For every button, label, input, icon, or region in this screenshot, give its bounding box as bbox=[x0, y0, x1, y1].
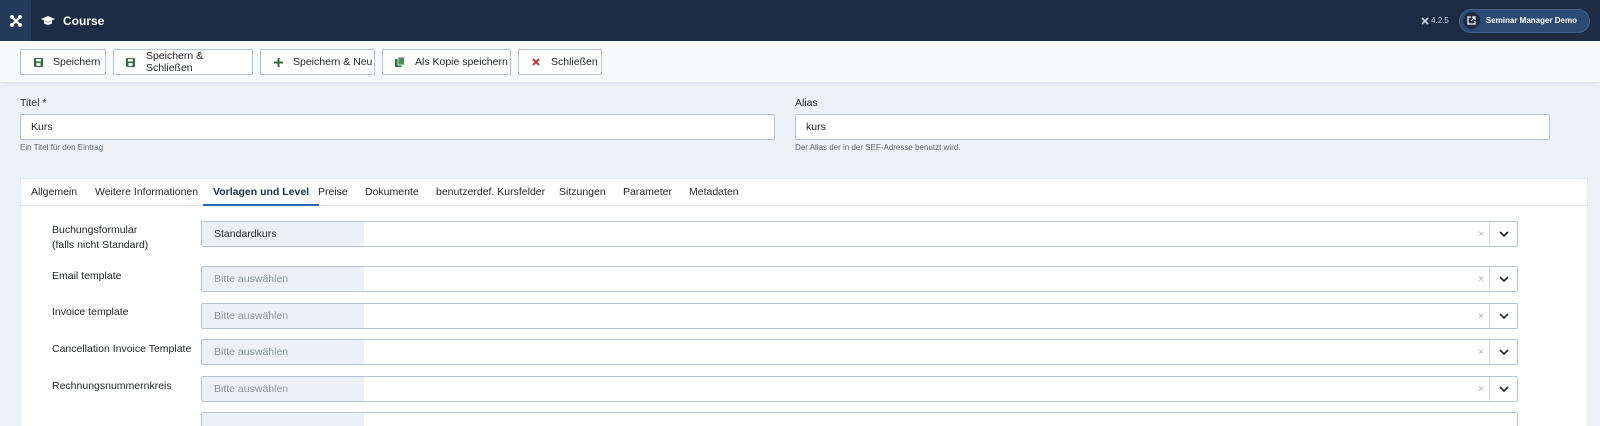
booking-form-label-line2: (falls nicht Standard) bbox=[52, 239, 149, 251]
tab-metadaten[interactable]: Metadaten bbox=[679, 179, 749, 206]
close-x-icon bbox=[531, 57, 541, 67]
joomla-version: 4.2.5 bbox=[1421, 16, 1449, 25]
booking-form-label: Buchungsformular (falls nicht Standard) bbox=[52, 223, 148, 253]
email-template-label: Email template bbox=[52, 270, 122, 282]
floppy-disk-icon bbox=[126, 57, 136, 67]
close-button[interactable]: Schließen bbox=[518, 49, 602, 75]
save-close-label: Speichern & Schließen bbox=[145, 50, 204, 74]
save-label: Speichern bbox=[53, 56, 101, 68]
booking-form-label-line1: Buchungsformular bbox=[52, 224, 138, 236]
tab-vorlagen-und-level[interactable]: Vorlagen und Level bbox=[203, 179, 320, 206]
tab-parameter[interactable]: Parameter bbox=[613, 179, 682, 206]
action-toolbar: Speichern Speichern & Schließen Speicher… bbox=[0, 41, 1600, 83]
version-text: 4.2.5 bbox=[1431, 16, 1449, 25]
placeholder-value: Bitte auswählen bbox=[202, 267, 364, 291]
alias-input-value: kurs bbox=[806, 121, 826, 133]
cancellation-invoice-template-select[interactable]: Bitte auswählen × bbox=[201, 339, 1518, 365]
selected-value: Standardkurs bbox=[202, 222, 364, 246]
tab-weitere-informationen[interactable]: Weitere Informationen bbox=[85, 179, 208, 206]
alias-hint: Der Alias der in der SEF-Adresse benutzt… bbox=[795, 143, 961, 152]
title-hint: Ein Titel für den Eintrag bbox=[20, 143, 104, 152]
tab-dokumente[interactable]: Dokumente bbox=[355, 179, 429, 206]
chevron-down-icon[interactable] bbox=[1489, 304, 1517, 328]
site-name: Seminar Manager Demo bbox=[1485, 16, 1577, 25]
placeholder-value: Bitte auswählen bbox=[202, 340, 364, 364]
chevron-down-icon[interactable] bbox=[1489, 377, 1517, 401]
alias-input[interactable]: kurs bbox=[795, 114, 1550, 140]
next-select-partial[interactable] bbox=[201, 412, 1518, 426]
invoice-number-range-label: Rechnungsnummernkreis bbox=[52, 380, 172, 392]
floppy-disk-icon bbox=[33, 57, 43, 67]
page-title-text: Course bbox=[63, 13, 105, 28]
placeholder-value: Bitte auswählen bbox=[202, 304, 364, 328]
joomla-logo-icon[interactable] bbox=[0, 0, 31, 41]
tab-kursfelder[interactable]: benutzerdef. Kursfelder bbox=[426, 179, 555, 206]
chevron-down-icon[interactable] bbox=[1489, 222, 1517, 246]
booking-form-select[interactable]: Standardkurs × bbox=[201, 221, 1518, 247]
clear-selection-icon[interactable]: × bbox=[1478, 377, 1484, 401]
clear-selection-icon[interactable]: × bbox=[1478, 304, 1484, 328]
clear-selection-icon[interactable]: × bbox=[1478, 222, 1484, 246]
save-new-label: Speichern & Neu bbox=[293, 56, 373, 68]
invoice-number-range-select[interactable]: Bitte auswählen × bbox=[201, 376, 1518, 402]
invoice-template-label: Invoice template bbox=[52, 306, 129, 318]
alias-label: Alias bbox=[795, 97, 818, 109]
save-copy-button[interactable]: Als Kopie speichern bbox=[382, 49, 511, 75]
selected-value-partial bbox=[202, 413, 364, 426]
chevron-down-icon[interactable] bbox=[1489, 340, 1517, 364]
save-copy-label: Als Kopie speichern bbox=[415, 56, 508, 68]
save-new-button[interactable]: Speichern & Neu bbox=[260, 49, 375, 75]
placeholder-value: Bitte auswählen bbox=[202, 377, 364, 401]
graduation-cap-icon bbox=[41, 15, 55, 26]
save-close-button[interactable]: Speichern & Schließen bbox=[113, 49, 253, 75]
tab-sitzungen[interactable]: Sitzungen bbox=[549, 179, 616, 206]
joomla-small-icon bbox=[1421, 16, 1429, 25]
cancellation-invoice-template-label: Cancellation Invoice Template bbox=[52, 343, 192, 355]
plus-icon bbox=[273, 57, 283, 67]
external-link-icon bbox=[1462, 12, 1480, 29]
top-header-bar: Course 4.2.5 Seminar Manager Demo bbox=[0, 0, 1600, 41]
title-label: Titel * bbox=[20, 97, 47, 109]
close-label: Schließen bbox=[551, 56, 598, 68]
page-title: Course bbox=[41, 14, 104, 28]
clear-selection-icon[interactable]: × bbox=[1478, 267, 1484, 291]
view-site-button[interactable]: Seminar Manager Demo bbox=[1458, 8, 1590, 33]
save-button[interactable]: Speichern bbox=[20, 49, 106, 75]
title-input[interactable]: Kurs bbox=[20, 114, 775, 140]
email-template-select[interactable]: Bitte auswählen × bbox=[201, 266, 1518, 292]
title-input-value: Kurs bbox=[31, 121, 53, 133]
tab-preise[interactable]: Preise bbox=[308, 179, 358, 206]
chevron-down-icon[interactable] bbox=[1489, 267, 1517, 291]
invoice-template-select[interactable]: Bitte auswählen × bbox=[201, 303, 1518, 329]
clear-selection-icon[interactable]: × bbox=[1478, 340, 1484, 364]
tab-allgemein[interactable]: Allgemein bbox=[21, 179, 87, 206]
copy-icon bbox=[395, 57, 405, 67]
tab-bar: Allgemein Weitere Informationen Vorlagen… bbox=[21, 179, 1587, 206]
